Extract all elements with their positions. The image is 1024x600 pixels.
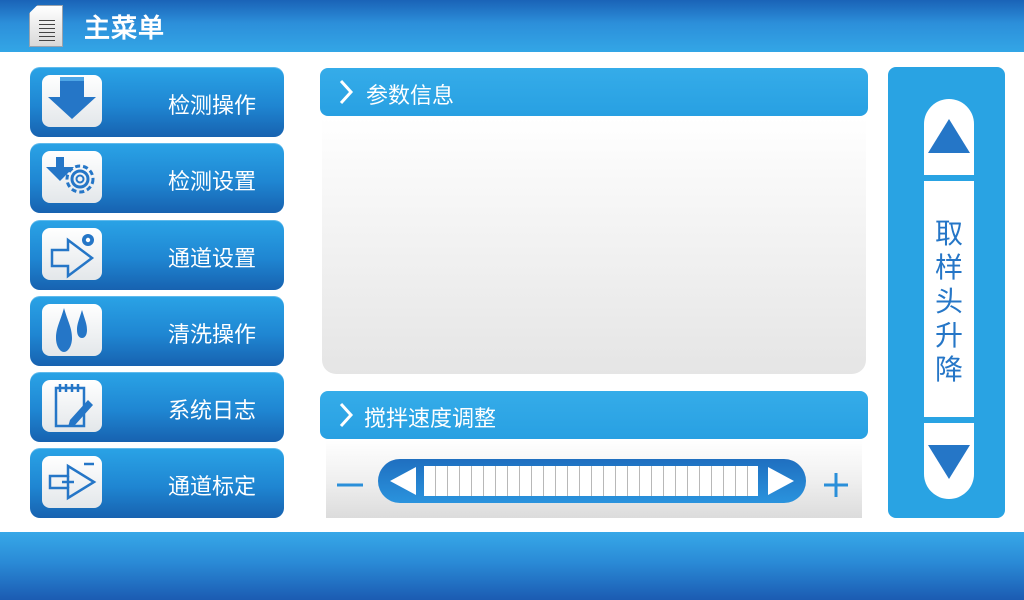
arrow-plus-icon — [42, 456, 102, 508]
params-title: 参数信息 — [366, 84, 455, 109]
menu-button-detect-settings[interactable]: 检测设置 — [30, 143, 284, 213]
lift-down-button[interactable] — [924, 423, 974, 499]
lift-label-box: 取 样 头 升 降 — [924, 181, 974, 417]
lift-up-button[interactable] — [924, 99, 974, 175]
chevron-right-icon — [339, 79, 354, 105]
arrow-right-icon[interactable] — [766, 465, 796, 497]
menu-label: 检测设置 — [168, 170, 257, 195]
gear-download-icon — [42, 151, 102, 203]
notepad-edit-icon — [42, 380, 102, 432]
chevron-right-icon — [339, 402, 354, 428]
stir-speed-slider[interactable] — [378, 459, 806, 503]
water-drops-icon — [42, 304, 102, 356]
menu-button-channel-settings[interactable]: 通道设置 — [30, 220, 284, 290]
menu-label: 通道设置 — [168, 247, 257, 272]
plus-icon[interactable] — [816, 462, 856, 502]
top-bar: 主菜单 — [0, 0, 1024, 52]
triangle-down-icon — [928, 445, 970, 479]
arrow-left-icon[interactable] — [388, 465, 418, 497]
stir-title: 搅拌速度调整 — [364, 407, 497, 432]
menu-label: 清洗操作 — [168, 323, 257, 348]
menu-button-detect-operation[interactable]: 检测操作 — [30, 67, 284, 137]
page-title: 主菜单 — [84, 14, 166, 44]
menu-button-cleaning[interactable]: 清洗操作 — [30, 296, 284, 366]
menu-button-system-log[interactable]: 系统日志 — [30, 372, 284, 442]
bottom-bar — [0, 532, 1024, 600]
arrow-down-icon — [42, 75, 102, 127]
menu-label: 系统日志 — [168, 399, 257, 424]
triangle-up-icon — [928, 119, 970, 153]
minus-icon[interactable] — [330, 462, 370, 502]
menu-label: 通道标定 — [168, 475, 257, 500]
menu-label: 检测操作 — [168, 94, 257, 119]
params-panel — [322, 118, 866, 374]
menu-button-channel-calibration[interactable]: 通道标定 — [30, 448, 284, 518]
arrow-gear-icon — [42, 228, 102, 280]
params-header: 参数信息 — [320, 68, 868, 116]
lift-label: 取 样 头 升 降 — [934, 217, 963, 386]
slider-track[interactable] — [424, 466, 758, 496]
stir-header: 搅拌速度调整 — [320, 391, 868, 439]
document-icon — [29, 5, 63, 47]
sampler-lift-panel: 取 样 头 升 降 — [888, 67, 1005, 518]
